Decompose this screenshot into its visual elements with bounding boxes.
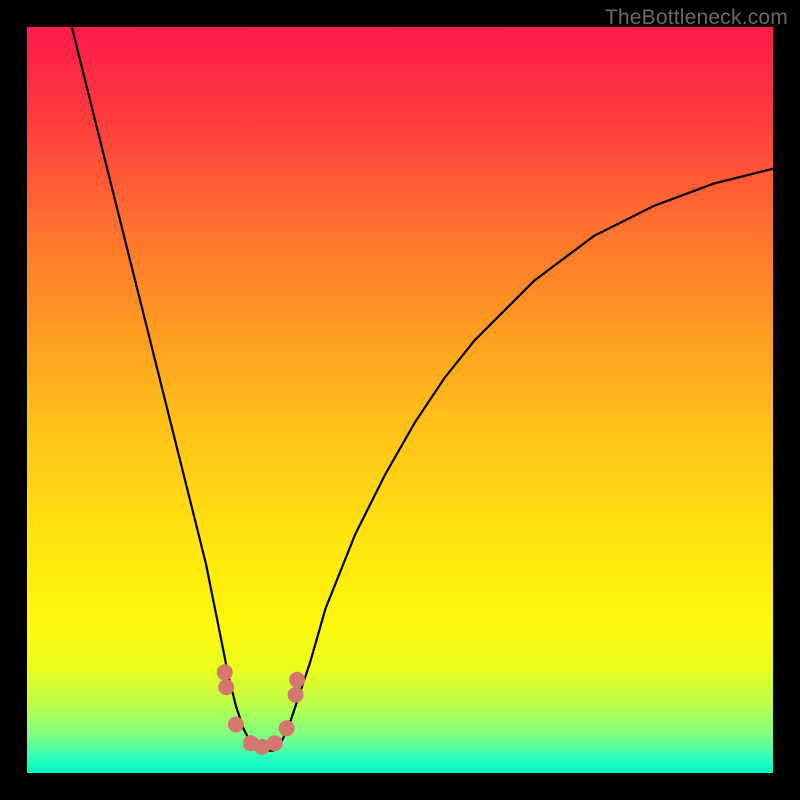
sample-dot: [217, 664, 233, 680]
chart-svg: [27, 27, 773, 773]
sample-dot: [267, 735, 283, 751]
sample-dot: [218, 679, 234, 695]
sample-dot: [289, 672, 305, 688]
sample-dots: [217, 664, 305, 755]
chart-area: [27, 27, 773, 773]
sample-dot: [279, 720, 295, 736]
bottleneck-curve: [72, 27, 773, 751]
watermark-text: TheBottleneck.com: [605, 6, 788, 30]
sample-dot: [228, 717, 244, 733]
sample-dot: [288, 687, 304, 703]
